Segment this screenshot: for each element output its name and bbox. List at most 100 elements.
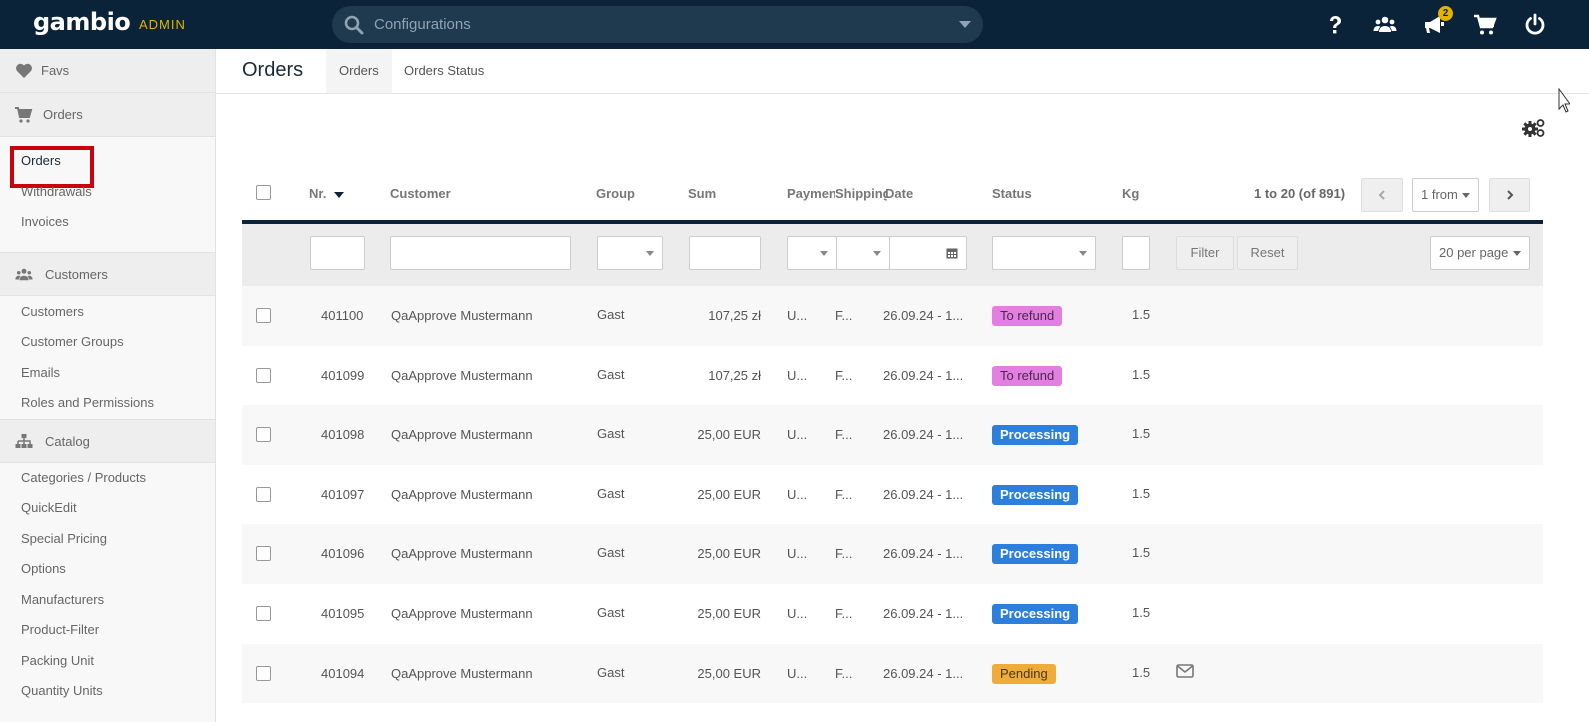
- table-row[interactable]: 401095 QaApprove Mustermann Gast 25,00 EUR U…: [242, 584, 1543, 644]
- table-row[interactable]: 401097 QaApprove Mustermann Gast 25,00 EUR U…: [242, 465, 1543, 525]
- status-badge[interactable]: To refund: [992, 306, 1063, 326]
- reset-button[interactable]: Reset: [1237, 236, 1298, 270]
- select-all-checkbox[interactable]: [256, 185, 271, 200]
- sidebar-item-options[interactable]: Options: [0, 554, 215, 585]
- customer-group: Gast: [597, 426, 625, 442]
- sidebar-item-orders[interactable]: Orders: [0, 146, 215, 188]
- filter-button[interactable]: Filter: [1176, 236, 1234, 270]
- row-checkbox[interactable]: [256, 308, 271, 323]
- sidebar-section-customers[interactable]: Customers: [0, 251, 215, 296]
- help-icon[interactable]: [1323, 13, 1347, 37]
- sidebar-item-product-filter[interactable]: Product-Filter: [0, 615, 215, 646]
- status-filter-select[interactable]: [992, 236, 1096, 270]
- power-icon[interactable]: [1523, 13, 1547, 37]
- cart-icon[interactable]: [1473, 13, 1497, 37]
- page-select[interactable]: 1 from: [1412, 178, 1479, 212]
- sidebar-section-catalog[interactable]: Catalog: [0, 418, 215, 463]
- order-number[interactable]: 401098: [321, 427, 364, 442]
- sidebar-item-customers[interactable]: Customers: [0, 297, 215, 328]
- shipping-method: F...: [835, 486, 853, 502]
- order-date: 26.09.24 - 1...: [883, 605, 964, 621]
- search-input[interactable]: Configurations: [332, 6, 983, 43]
- column-payment[interactable]: Payment: [787, 186, 835, 201]
- status-badge[interactable]: Processing: [992, 425, 1079, 446]
- status-badge[interactable]: Pending: [992, 663, 1056, 684]
- column-group[interactable]: Group: [596, 186, 635, 201]
- shipping-method: F...: [835, 308, 853, 323]
- sidebar-item-packing-unit[interactable]: Packing Unit: [0, 646, 215, 677]
- sidebar-section-orders[interactable]: Orders: [0, 93, 215, 137]
- status-badge[interactable]: To refund: [992, 365, 1063, 386]
- sidebar-item-withdrawals[interactable]: Withdrawals: [0, 177, 215, 208]
- customer-name[interactable]: QaApprove Mustermann: [391, 546, 533, 561]
- sidebar-item-roles-and-permissions[interactable]: Roles and Permissions: [0, 388, 215, 419]
- customer-name[interactable]: QaApprove Mustermann: [391, 427, 533, 442]
- sidebar-item-emails[interactable]: Emails: [0, 358, 215, 389]
- sidebar-item-customer-groups[interactable]: Customer Groups: [0, 327, 215, 358]
- row-checkbox[interactable]: [256, 486, 271, 502]
- status-badge[interactable]: Processing: [992, 544, 1079, 565]
- customer-name[interactable]: QaApprove Mustermann: [391, 606, 533, 621]
- tab-orders-status[interactable]: Orders Status: [391, 49, 497, 93]
- group-filter-select[interactable]: [597, 236, 663, 270]
- table-row[interactable]: 401100 QaApprove Mustermann Gast 107,25 zł U…: [242, 286, 1543, 346]
- row-checkbox[interactable]: [256, 427, 271, 443]
- column-shipping[interactable]: Shipping: [835, 186, 887, 201]
- sidebar-item-manufacturers[interactable]: Manufacturers: [0, 585, 215, 616]
- sidebar-section-favs[interactable]: Favs: [0, 49, 215, 93]
- table-row[interactable]: 401098 QaApprove Mustermann Gast 25,00 EUR U…: [242, 405, 1543, 465]
- row-checkbox[interactable]: [256, 546, 271, 562]
- sidebar-item-special-pricing[interactable]: Special Pricing: [0, 524, 215, 555]
- row-checkbox[interactable]: [256, 665, 271, 681]
- sidebar-item-invoices[interactable]: Invoices: [0, 207, 215, 238]
- order-number[interactable]: 401100: [321, 308, 363, 323]
- sidebar-item-quantity-units[interactable]: Quantity Units: [0, 676, 215, 707]
- order-number[interactable]: 401096: [321, 546, 364, 561]
- order-number[interactable]: 401094: [321, 666, 364, 681]
- column-status[interactable]: Status: [992, 186, 1032, 201]
- page-select-value: 1 from: [1421, 187, 1458, 202]
- kg-filter-input[interactable]: [1122, 236, 1150, 270]
- table-row[interactable]: 401099 QaApprove Mustermann Gast 107,25 zł U…: [242, 346, 1543, 406]
- customer-name[interactable]: QaApprove Mustermann: [391, 666, 533, 681]
- column-customer[interactable]: Customer: [390, 186, 451, 201]
- next-page-button[interactable]: [1489, 178, 1530, 212]
- logo[interactable]: gambio: [33, 8, 131, 36]
- prev-page-button[interactable]: [1361, 178, 1403, 212]
- column-date[interactable]: Date: [885, 186, 913, 201]
- table-row[interactable]: 401094 QaApprove Mustermann Gast 25,00 EUR U…: [242, 643, 1543, 704]
- order-number[interactable]: 401095: [321, 606, 364, 621]
- cart-icon: [15, 107, 33, 123]
- users-icon[interactable]: [1373, 13, 1397, 37]
- date-filter-input[interactable]: [889, 236, 967, 270]
- weight-kg: 1.5: [1132, 545, 1151, 561]
- table-row[interactable]: 401096 QaApprove Mustermann Gast 25,00 EUR U…: [242, 524, 1543, 584]
- row-checkbox[interactable]: [256, 605, 271, 621]
- status-badge[interactable]: Processing: [992, 484, 1079, 505]
- sum-filter-input[interactable]: [689, 236, 761, 270]
- sidebar-item-categories-products[interactable]: Categories / Products: [0, 463, 215, 494]
- row-checkbox[interactable]: [256, 367, 271, 383]
- sidebar-section-label: Favs: [41, 63, 70, 78]
- order-number[interactable]: 401097: [321, 487, 364, 502]
- chevron-down-icon[interactable]: [959, 21, 971, 28]
- customer-filter-input[interactable]: [390, 236, 571, 270]
- nr-filter-input[interactable]: [310, 236, 365, 270]
- order-number[interactable]: 401099: [321, 368, 364, 383]
- shipping-filter-select[interactable]: [836, 236, 890, 270]
- sidebar-item-quickedit[interactable]: QuickEdit: [0, 493, 215, 524]
- per-page-select[interactable]: 20 per page: [1430, 236, 1530, 270]
- envelope-icon[interactable]: [1176, 663, 1194, 678]
- column-nr[interactable]: Nr.: [309, 186, 344, 201]
- tab-orders[interactable]: Orders: [326, 49, 392, 93]
- customer-name[interactable]: QaApprove Mustermann: [391, 487, 533, 502]
- customer-name[interactable]: QaApprove Mustermann: [391, 368, 533, 383]
- order-date: 26.09.24 - 1...: [883, 546, 964, 562]
- column-kg[interactable]: Kg: [1122, 186, 1139, 201]
- column-sum[interactable]: Sum: [688, 186, 716, 201]
- payment-method: U...: [787, 546, 808, 562]
- payment-filter-select[interactable]: [787, 236, 837, 270]
- settings-gears-icon[interactable]: [1521, 118, 1545, 138]
- status-badge[interactable]: Processing: [992, 603, 1079, 624]
- customer-name[interactable]: QaApprove Mustermann: [391, 308, 533, 323]
